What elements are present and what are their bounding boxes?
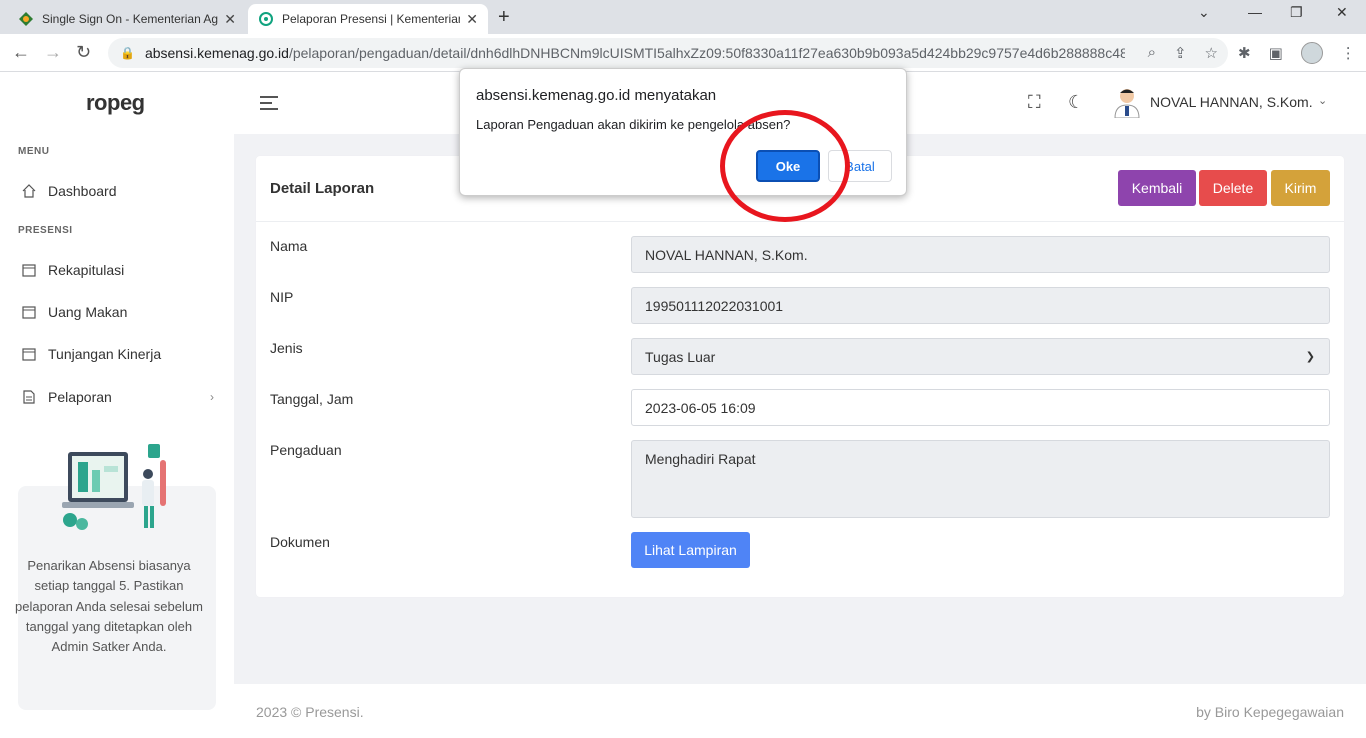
sidebar-item-label: Uang Makan xyxy=(48,304,128,320)
footer-copyright: 2023 © Presensi. xyxy=(256,704,364,720)
app-footer: 2023 © Presensi. by Biro Kepegegawaian xyxy=(234,684,1366,738)
browser-tab-sso[interactable]: Single Sign On - Kementerian Agama ✕ xyxy=(8,4,246,34)
jenis-selected-value: Tugas Luar xyxy=(645,349,716,365)
close-window-icon[interactable]: ✕ xyxy=(1336,4,1348,21)
sidebar-item-pelaporan[interactable]: Pelaporan › xyxy=(22,386,218,408)
calendar-icon xyxy=(22,264,36,277)
forward-icon[interactable]: → xyxy=(44,42,62,63)
sidebar-item-tunjangan-kinerja[interactable]: Tunjangan Kinerja xyxy=(22,343,218,365)
tanggal-label: Tanggal, Jam xyxy=(270,391,354,407)
sidebar-item-label: Dashboard xyxy=(48,183,117,199)
sidebar-item-uang-makan[interactable]: Uang Makan xyxy=(22,301,218,323)
bookmark-star-icon[interactable]: ☆ xyxy=(1205,44,1218,62)
kirim-button[interactable]: Kirim xyxy=(1271,170,1330,206)
nama-label: Nama xyxy=(270,238,308,254)
hamburger-menu-icon[interactable] xyxy=(260,96,278,110)
menu-header: MENU xyxy=(18,146,50,157)
url-text: absensi.kemenag.go.id/pelaporan/pengadua… xyxy=(144,45,1125,61)
user-name[interactable]: NOVAL HANNAN, S.Kom. xyxy=(1150,94,1313,110)
red-circle-annotation xyxy=(720,110,850,222)
zoom-icon[interactable]: ⌕ xyxy=(1148,44,1156,62)
sidebar: ropeg MENU Dashboard PRESENSI Rekapitula… xyxy=(0,72,234,738)
tab-title: Pelaporan Presensi | Kementerian Agama xyxy=(282,12,461,26)
tab-search-chevron-icon[interactable]: ⌄ xyxy=(1198,4,1210,21)
sidebar-item-label: Rekapitulasi xyxy=(48,262,125,278)
browser-menu-icon[interactable]: ⋮ xyxy=(1341,44,1356,62)
calendar-icon xyxy=(22,306,36,319)
url-input[interactable]: 🔒 absensi.kemenag.go.id/pelaporan/pengad… xyxy=(108,38,1228,68)
sidebar-item-dashboard[interactable]: Dashboard xyxy=(22,180,218,202)
back-icon[interactable]: ← xyxy=(12,42,30,63)
document-icon xyxy=(23,390,35,404)
close-tab-icon[interactable]: ✕ xyxy=(466,11,478,28)
nip-field[interactable]: 199501112022031001 xyxy=(631,287,1330,324)
nip-label: NIP xyxy=(270,289,294,305)
sidepanel-icon[interactable]: ▣ xyxy=(1269,44,1283,62)
dialog-title: absensi.kemenag.go.id menyatakan xyxy=(476,87,717,104)
browser-tab-pelaporan[interactable]: Pelaporan Presensi | Kementerian Agama ✕ xyxy=(248,4,488,34)
sidebar-item-label: Tunjangan Kinerja xyxy=(48,346,162,362)
lock-icon: 🔒 xyxy=(120,46,135,60)
lihat-lampiran-button[interactable]: Lihat Lampiran xyxy=(631,532,750,568)
tanggal-field[interactable]: 2023-06-05 16:09 xyxy=(631,389,1330,426)
chevron-right-icon: › xyxy=(210,390,214,404)
report-illustration-icon xyxy=(62,444,166,530)
pengaduan-label: Pengaduan xyxy=(270,442,342,458)
minimize-icon[interactable]: — xyxy=(1248,4,1262,20)
tab-title: Single Sign On - Kementerian Agama xyxy=(42,12,219,26)
card-title: Detail Laporan xyxy=(270,180,375,197)
dark-mode-moon-icon[interactable]: ☾ xyxy=(1068,92,1084,113)
openai-logo-icon xyxy=(259,12,273,26)
kemenag-logo-icon xyxy=(19,12,33,26)
nama-field[interactable]: NOVAL HANNAN, S.Kom. xyxy=(631,236,1330,273)
new-tab-icon[interactable]: + xyxy=(498,6,510,29)
jenis-select[interactable]: Tugas Luar ❯ xyxy=(631,338,1330,375)
chevron-down-icon[interactable]: ⌄ xyxy=(1318,94,1327,107)
sidebar-item-label: Pelaporan xyxy=(48,389,112,405)
reload-icon[interactable]: ↻ xyxy=(76,42,91,63)
sidebar-item-rekapitulasi[interactable]: Rekapitulasi xyxy=(22,259,218,281)
app-logo[interactable]: ropeg xyxy=(86,90,145,116)
pengaduan-textarea[interactable]: Menghadiri Rapat xyxy=(631,440,1330,518)
browser-tabbar: Single Sign On - Kementerian Agama ✕ Pel… xyxy=(0,0,1366,34)
share-icon[interactable]: ⇪ xyxy=(1174,44,1187,62)
promo-text: Penarikan Absensi biasanya setiap tangga… xyxy=(15,558,203,655)
footer-credit: by Biro Kepegegawaian xyxy=(1196,704,1344,720)
browser-addressbar: ← → ↻ 🔒 absensi.kemenag.go.id/pelaporan/… xyxy=(0,34,1366,72)
dokumen-label: Dokumen xyxy=(270,534,330,550)
home-icon xyxy=(22,184,36,198)
detail-card: Detail Laporan Kembali Delete Kirim Nama… xyxy=(256,156,1344,597)
calendar-icon xyxy=(22,348,36,361)
user-avatar[interactable] xyxy=(1112,86,1142,118)
chevron-down-icon: ❯ xyxy=(1305,351,1315,363)
profile-avatar[interactable] xyxy=(1300,42,1323,64)
fullscreen-icon[interactable]: ⛶ xyxy=(1028,92,1041,113)
delete-button[interactable]: Delete xyxy=(1199,170,1267,206)
presensi-header: PRESENSI xyxy=(18,225,73,236)
extensions-icon[interactable]: ✱ xyxy=(1238,44,1251,62)
kembali-button[interactable]: Kembali xyxy=(1118,170,1196,206)
jenis-label: Jenis xyxy=(270,340,303,356)
restore-icon[interactable]: ❐ xyxy=(1290,4,1303,21)
close-tab-icon[interactable]: ✕ xyxy=(224,11,236,28)
